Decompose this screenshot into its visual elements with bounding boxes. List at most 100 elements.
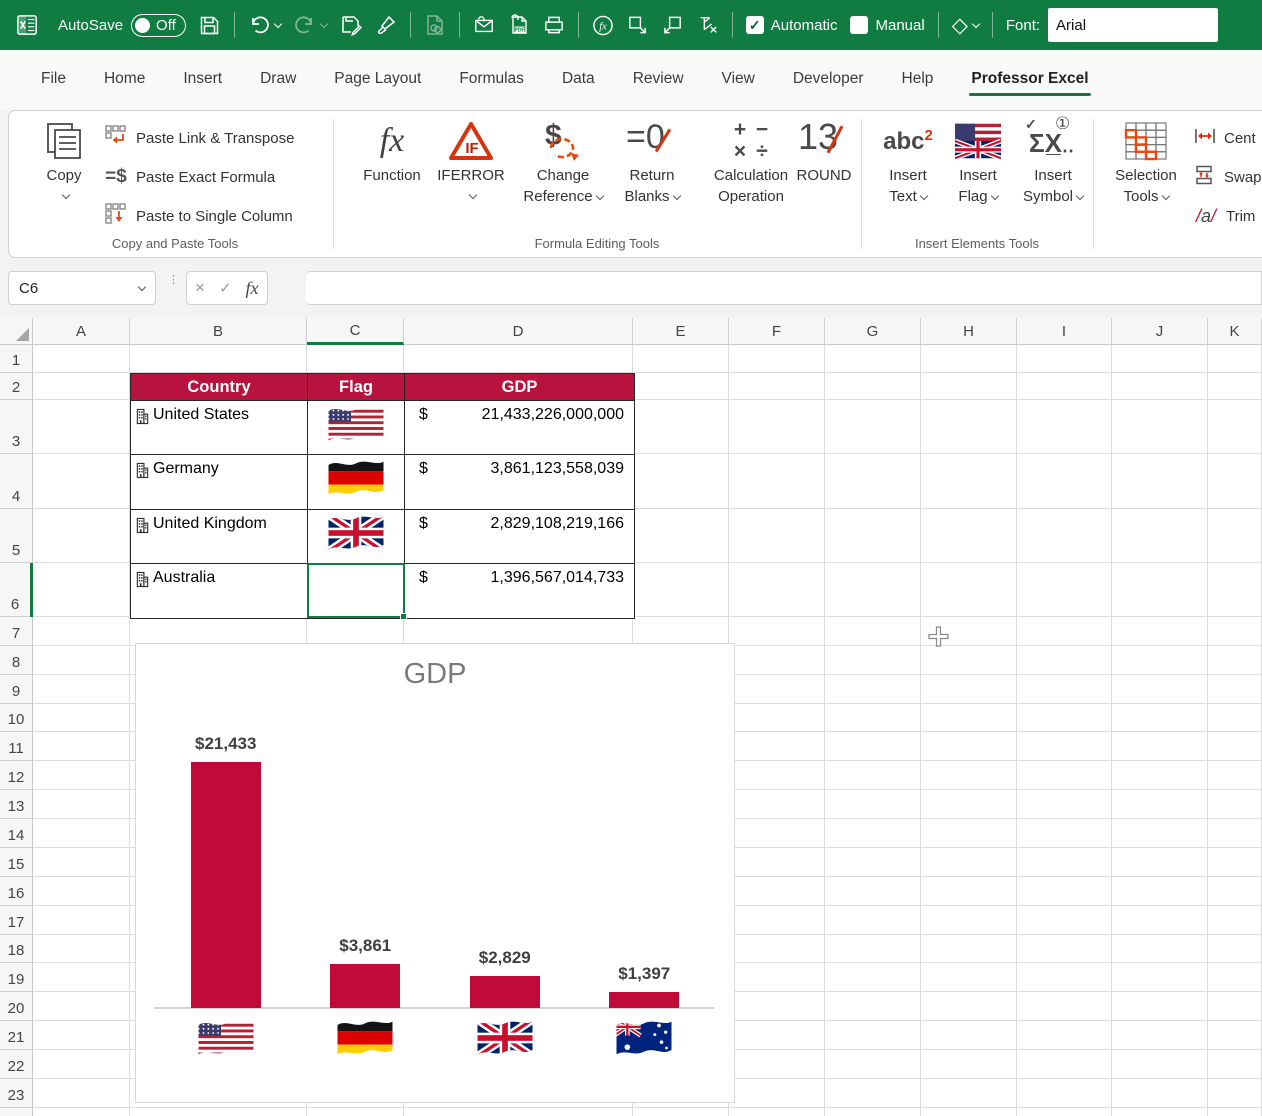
ribbon-button-iferror[interactable]: IFIFERROR [433,117,509,200]
chart-bar-gb[interactable] [470,976,540,1008]
manual-checkbox-box[interactable] [850,16,868,34]
tab-insert[interactable]: Insert [168,61,237,99]
tab-draw[interactable]: Draw [245,61,311,99]
paste-link-transpose-button[interactable]: Paste Link & Transpose [104,123,294,153]
country-cell[interactable]: Australia [131,564,308,618]
row-header-7[interactable]: 7 [0,617,33,646]
save-icon[interactable] [199,14,221,36]
chart-bar-de[interactable] [330,964,400,1008]
row-header-9[interactable]: 9 [0,675,33,704]
paste-exact-formula-button[interactable]: =$ Paste Exact Formula [104,162,275,192]
trim-button[interactable]: /a/ Trim [1194,201,1255,231]
save-edit-icon[interactable] [340,14,362,36]
flag-cell[interactable] [308,401,405,455]
automatic-checkbox[interactable]: ✓ Automatic [746,16,838,34]
ribbon-button-selection-tools[interactable]: SelectionTools [1107,117,1185,207]
format-painter-icon[interactable] [375,14,397,36]
row-header-12[interactable]: 12 [0,761,33,790]
insert-function-icon[interactable]: fx [592,14,614,36]
move-window-icon[interactable] [627,14,649,36]
tab-formulas[interactable]: Formulas [444,61,539,99]
row-header-4[interactable]: 4 [0,454,33,509]
gdp-cell[interactable]: $21,433,226,000,000 [405,401,634,455]
row-header-13[interactable]: 13 [0,790,33,819]
row-header-17[interactable]: 17 [0,906,33,935]
country-cell[interactable]: Germany [131,455,308,510]
row-header-8[interactable]: 8 [0,646,33,675]
eraser-diamond-icon[interactable]: ◇ [952,13,979,38]
column-header-K[interactable]: K [1208,318,1262,345]
ribbon-button-change-reference[interactable]: $ChangeReference [517,117,609,207]
country-cell[interactable]: United Kingdom [131,510,308,564]
row-header-5[interactable]: 5 [0,509,33,563]
flag-cell[interactable] [308,510,405,564]
flag-cell[interactable] [308,455,405,510]
insert-function-fx-icon[interactable]: fx [246,278,259,299]
enter-icon[interactable]: ✓ [219,279,232,297]
column-header-J[interactable]: J [1112,318,1208,345]
ribbon-button-return-blanks[interactable]: =0ReturnBlanks [609,117,695,207]
manual-checkbox[interactable]: Manual [850,16,924,34]
chart-bar-us[interactable] [191,762,261,1008]
formula-input[interactable] [306,271,1262,305]
autosave-toggle[interactable]: Off [131,14,186,37]
tab-file[interactable]: File [26,61,81,99]
email-attachment-icon[interactable] [473,14,495,36]
ribbon-button-round[interactable]: 13ROUND [787,117,861,186]
autosave-control[interactable]: AutoSave Off [58,14,186,37]
row-header-2[interactable]: 2 [0,373,33,400]
select-all-corner[interactable] [0,318,33,345]
selected-cell-outline[interactable] [307,563,405,618]
undo-icon[interactable] [248,14,270,36]
copy-button[interactable]: Copy [31,117,97,200]
row-header-3[interactable]: 3 [0,400,33,454]
row-header-10[interactable]: 10 [0,704,33,732]
export-pdf-icon[interactable]: PDF [508,14,530,36]
automatic-checkbox-box[interactable]: ✓ [746,16,764,34]
row-header-18[interactable]: 18 [0,935,33,963]
gdp-chart[interactable]: GDP $21,433$3,861$2,829$1,397 [135,643,735,1103]
row-header-[interactable] [0,1108,33,1116]
column-header-B[interactable]: B [130,318,307,345]
print-icon[interactable] [543,14,565,36]
row-header-6[interactable]: 6 [0,563,33,617]
column-header-H[interactable]: H [921,318,1017,345]
row-header-14[interactable]: 14 [0,819,33,848]
column-header-E[interactable]: E [633,318,729,345]
tab-home[interactable]: Home [89,61,160,99]
row-header-1[interactable]: 1 [0,345,33,373]
tab-view[interactable]: View [707,61,770,99]
row-header-15[interactable]: 15 [0,848,33,877]
tab-data[interactable]: Data [547,61,610,99]
row-header-22[interactable]: 22 [0,1050,33,1079]
column-header-F[interactable]: F [729,318,825,345]
ribbon-button-insert-text[interactable]: abc2InsertText [877,117,939,207]
tab-review[interactable]: Review [618,61,699,99]
column-header-G[interactable]: G [825,318,921,345]
ribbon-button-function[interactable]: fxFunction [357,117,427,186]
cancel-icon[interactable]: × [195,278,205,298]
row-header-20[interactable]: 20 [0,992,33,1021]
ribbon-button-insert-symbol[interactable]: ✓①ΣX̲‥InsertSymbol [1015,117,1091,207]
column-header-I[interactable]: I [1017,318,1112,345]
gdp-cell[interactable]: $3,861,123,558,039 [405,455,634,510]
undo-dropdown-chevron[interactable] [274,20,282,28]
name-box-chevron[interactable] [138,283,146,291]
tab-professor-excel[interactable]: Professor Excel [956,61,1103,99]
row-header-19[interactable]: 19 [0,963,33,992]
ribbon-button-insert-flag[interactable]: InsertFlag [947,117,1009,207]
tab-page-layout[interactable]: Page Layout [319,61,436,99]
row-header-11[interactable]: 11 [0,732,33,761]
country-cell[interactable]: United States [131,401,308,455]
font-input[interactable]: Arial [1048,8,1218,42]
copy-window-icon[interactable] [662,14,684,36]
chart-bar-au[interactable] [609,992,679,1008]
tab-help[interactable]: Help [887,61,949,99]
swap-button[interactable]: Swap [1194,162,1262,192]
gdp-cell[interactable]: $1,396,567,014,733 [405,564,634,618]
formula-bar-drag-dots[interactable]: ⋮ [168,278,172,300]
row-header-21[interactable]: 21 [0,1021,33,1050]
tab-developer[interactable]: Developer [778,61,879,99]
name-box[interactable]: C6 [8,271,156,305]
row-header-23[interactable]: 23 [0,1079,33,1108]
